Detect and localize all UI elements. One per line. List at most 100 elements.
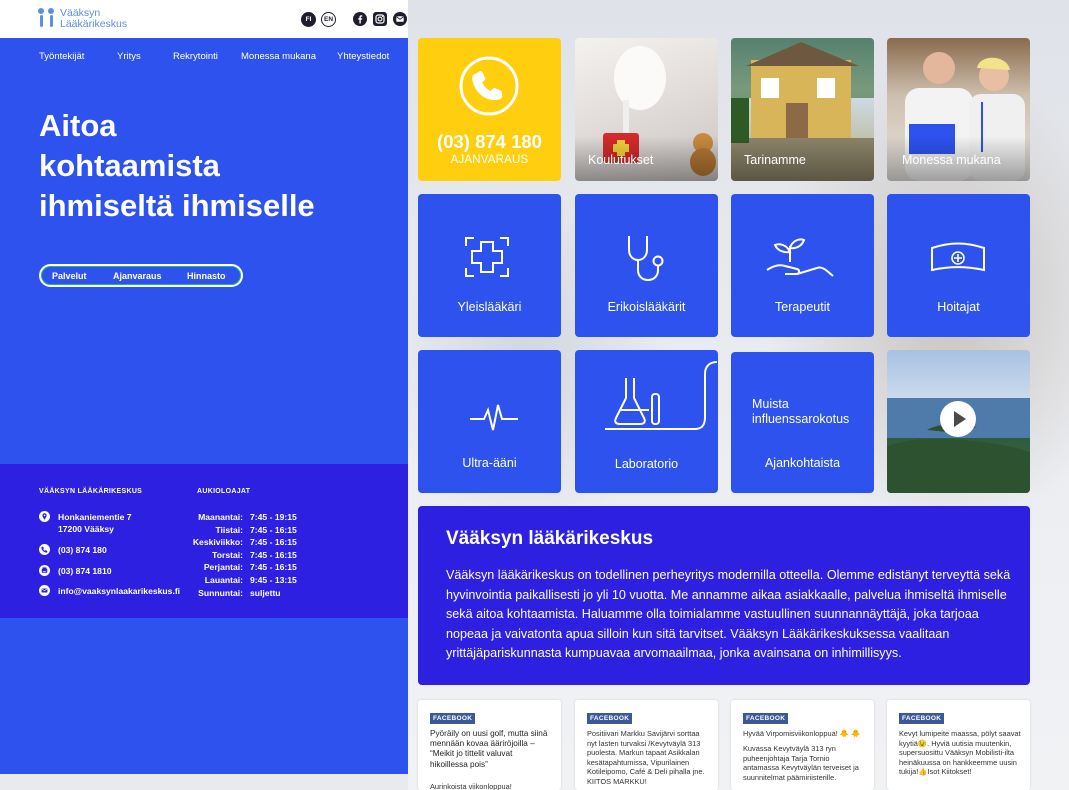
- tile-label: Ultra-ääni: [462, 456, 517, 470]
- hero-line3: ihmiseltä ihmiselle: [39, 188, 315, 223]
- post-text: Kevyt lumipeite maassa, pölyt saavat kyy…: [899, 729, 1021, 777]
- tile-label: Koulutukset: [588, 153, 654, 167]
- video-tile[interactable]: [887, 350, 1030, 493]
- facebook-tag: FACEBOOK: [430, 713, 476, 724]
- lang-en-button[interactable]: EN: [321, 12, 336, 27]
- email[interactable]: info@vaaksynlaakarikeskus.fi: [39, 585, 180, 597]
- facebook-icon[interactable]: [353, 12, 367, 26]
- play-icon[interactable]: [939, 400, 977, 438]
- phone-icon: [459, 56, 519, 116]
- about-body: Vääksyn lääkärikeskus on todellinen perh…: [446, 568, 1011, 660]
- hours-time: 7:45 - 16:15: [250, 562, 297, 573]
- top-bar: Vääksyn Lääkärikeskus FI EN: [0, 0, 408, 38]
- hours-heading: AUKIOLOAJAT: [197, 488, 251, 495]
- fax: (03) 874 1810: [39, 565, 112, 577]
- hero-line1: Aitoa: [39, 108, 117, 143]
- contact-info: VÄÄKSYN LÄÄKÄRIKESKUS AUKIOLOAJAT Honkan…: [0, 464, 408, 618]
- hours-day: Maanantai:: [198, 512, 243, 522]
- about-title: Vääksyn lääkärikeskus: [446, 528, 654, 549]
- hours-day: Torstai:: [212, 549, 243, 560]
- post-extra: Kuvassa Kevytväylä 313 ryn puheenjohtaja…: [743, 744, 859, 782]
- phone-icon: [39, 544, 50, 555]
- link-palvelut[interactable]: Palvelut: [52, 271, 87, 281]
- lang-fi-button[interactable]: FI: [301, 12, 316, 27]
- booking-phone-number: (03) 874 180: [437, 131, 542, 152]
- terapeutit-tile[interactable]: Terapeutit: [731, 194, 874, 337]
- company-heading: VÄÄKSYN LÄÄKÄRIKESKUS: [39, 488, 143, 495]
- nav-yritys[interactable]: Yritys: [117, 51, 141, 62]
- hours-time: 9:45 - 13:15: [250, 574, 297, 585]
- tarinamme-tile[interactable]: Tarinamme: [731, 38, 874, 181]
- hours-row: Maanantai: 7:45 - 19:15: [190, 511, 297, 524]
- post-extra: Aurinkoista viikonloppua!: [430, 782, 512, 790]
- booking-tile[interactable]: (03) 874 180 AJANVARAUS: [418, 38, 561, 181]
- hours-row: Lauantai: 9:45 - 13:15: [190, 574, 297, 587]
- fax-number: (03) 874 1810: [58, 566, 112, 576]
- tile-label: Yleislääkäri: [457, 300, 522, 314]
- ajankohtaista-tile[interactable]: Muista influenssarokotus Ajankohtaista: [731, 352, 874, 493]
- email-icon[interactable]: [393, 12, 407, 26]
- booking-label: AJANVARAUS: [450, 154, 529, 166]
- hours-day: Perjantai:: [203, 562, 243, 573]
- hours-time: 7:45 - 16:15: [250, 549, 297, 560]
- facebook-tag: FACEBOOK: [587, 713, 633, 724]
- facebook-tag: FACEBOOK: [899, 713, 945, 724]
- address: Honkaniementie 7 17200 Vääksy: [39, 511, 132, 535]
- nav-tyontekijat[interactable]: Työntekijät: [39, 51, 84, 62]
- address-line1: Honkaniementie 7: [58, 512, 132, 522]
- tile-label: Ajankohtaista: [764, 456, 841, 470]
- laboratorio-tile[interactable]: Laboratorio: [575, 350, 718, 493]
- instagram-icon[interactable]: [373, 12, 387, 26]
- facebook-tag: FACEBOOK: [743, 713, 789, 724]
- tile-label: Erikoislääkärit: [607, 300, 686, 314]
- ultra-aani-tile[interactable]: Ultra-ääni: [418, 350, 561, 493]
- logo[interactable]: Vääksyn Lääkärikeskus: [38, 8, 127, 30]
- link-hinnasto[interactable]: Hinnasto: [187, 271, 226, 281]
- facebook-post[interactable]: FACEBOOK Hyvää Virpomisviikonloppua! 🐥 🐥…: [731, 700, 874, 790]
- hoitajat-tile[interactable]: Hoitajat: [887, 194, 1030, 337]
- logo-line2: Lääkärikeskus: [60, 18, 128, 30]
- medical-cross-icon: [465, 237, 509, 277]
- quick-links: Palvelut Ajanvaraus Hinnasto: [39, 264, 243, 287]
- address-line2: 17200 Vääksy: [58, 524, 114, 534]
- lab-flask-icon: [605, 361, 718, 430]
- post-text: Hyvää Virpomisviikonloppua! 🐥 🐥: [743, 729, 861, 738]
- hours-day: Sunnuntai:: [198, 587, 243, 598]
- phone[interactable]: (03) 874 180: [39, 544, 107, 556]
- location-pin-icon: [39, 511, 50, 522]
- facebook-post[interactable]: FACEBOOK Positiivari Markku Savijärvi so…: [575, 700, 718, 790]
- email-address: info@vaaksynlaakarikeskus.fi: [58, 586, 181, 596]
- opening-hours: Maanantai: 7:45 - 19:15 Tiistai: 7:45 - 16…: [190, 511, 297, 599]
- nav-yhteystiedot[interactable]: Yhteystiedot: [337, 51, 389, 62]
- hours-row: Sunnuntai: suljettu: [190, 587, 297, 600]
- plant-hand-icon: [766, 238, 834, 277]
- news-text: Muista influenssarokotus: [752, 397, 850, 426]
- facebook-post[interactable]: FACEBOOK Pyöräily on uusi golf, mutta si…: [418, 700, 561, 790]
- facebook-post[interactable]: FACEBOOK Kevyt lumipeite maassa, pölyt s…: [887, 700, 1030, 790]
- hero-title: Aitoa kohtaamista ihmiseltä ihmiselle: [39, 106, 369, 226]
- monessa-mukana-tile[interactable]: Monessa mukana: [887, 38, 1030, 181]
- nav-monessa-mukana[interactable]: Monessa mukana: [241, 51, 316, 62]
- tile-label: Hoitajat: [937, 300, 980, 314]
- tile-label: Laboratorio: [614, 457, 679, 471]
- hours-day: Tiistai:: [215, 524, 243, 535]
- koulutukset-tile[interactable]: Koulutukset: [575, 38, 718, 181]
- hours-time: 7:45 - 16:15: [250, 537, 297, 548]
- heartbeat-icon: [470, 404, 518, 431]
- hours-row: Tiistai: 7:45 - 16:15: [190, 524, 296, 537]
- post-text: Positiivari Markku Savijärvi sorttaa nyt…: [587, 729, 705, 786]
- tile-label: Monessa mukana: [902, 153, 1001, 167]
- tile-label: Tarinamme: [744, 153, 806, 167]
- erikoislaakarit-tile[interactable]: Erikoislääkärit: [575, 194, 718, 337]
- email-icon: [39, 585, 50, 596]
- link-ajanvaraus[interactable]: Ajanvaraus: [113, 271, 162, 281]
- main-nav: Työntekijät Yritys Rekrytointi Monessa m…: [0, 38, 408, 72]
- left-panel: Vääksyn Lääkärikeskus FI EN Työntekijät …: [0, 0, 408, 774]
- hero-line2: kohtaamista: [39, 148, 220, 183]
- yleislaakari-tile[interactable]: Yleislääkäri: [418, 194, 561, 337]
- tile-label: Terapeutit: [775, 300, 830, 314]
- hours-row: Perjantai: 7:45 - 16:15: [190, 561, 297, 574]
- nurse-cap-icon: [931, 242, 985, 272]
- nav-rekrytointi[interactable]: Rekrytointi: [173, 51, 218, 62]
- post-text: Pyöräily on uusi golf, mutta siinä mennä…: [430, 729, 548, 769]
